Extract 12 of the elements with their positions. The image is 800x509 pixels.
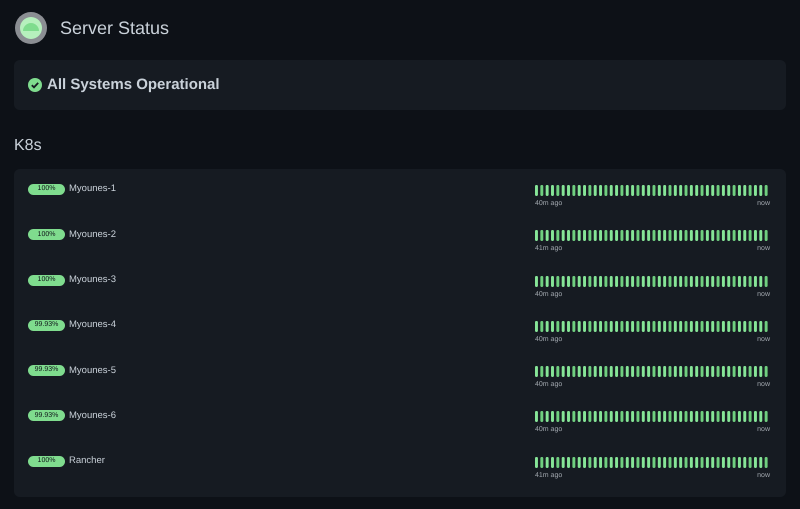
service-name: Myounes-6 (69, 408, 116, 423)
service-name: Myounes-1 (69, 182, 116, 196)
service-name: Myounes-4 (69, 318, 116, 332)
service-name: Myounes-2 (69, 228, 116, 242)
group-title: K8s (14, 136, 42, 156)
service-name: Myounes-5 (69, 364, 116, 378)
service-name: Rancher (69, 454, 105, 468)
page-title: Server Status (60, 16, 170, 40)
service-name: Myounes-3 (69, 272, 116, 287)
check-circle-icon (28, 78, 42, 92)
status-text: All Systems Operational (47, 74, 220, 95)
logo-icon (14, 11, 48, 45)
